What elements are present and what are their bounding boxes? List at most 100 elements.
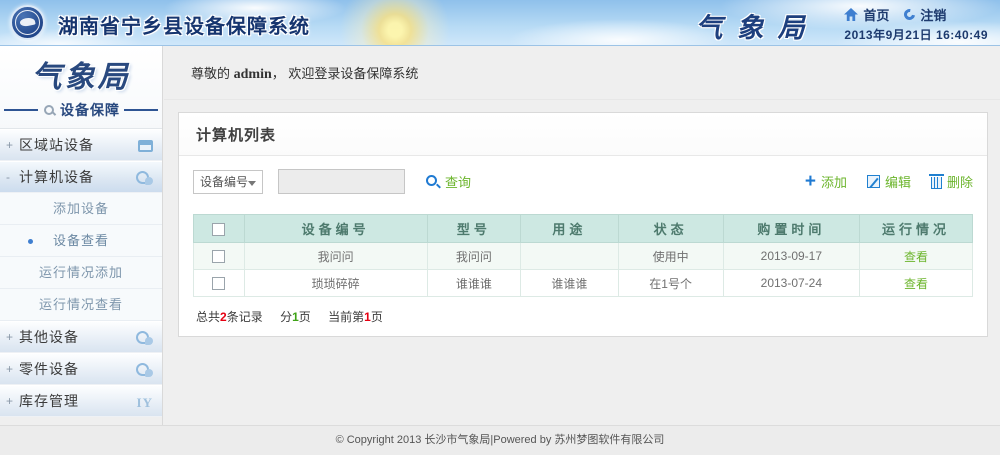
sidebar-item-label: 计算机设备: [19, 162, 94, 193]
table-header-row: 设备编号 型号 用途 状态 购置时间 运行情况: [194, 215, 973, 243]
current-page-number: 1: [364, 310, 371, 324]
sidebar-logo-subtitle: 设备保障: [60, 100, 120, 120]
sidebar-item-other-equipment[interactable]: + 其他设备: [0, 321, 162, 353]
search-input[interactable]: [278, 169, 405, 194]
plus-icon: [805, 175, 816, 189]
chevron-down-icon: [248, 181, 256, 186]
column-header-run-status: 运行情况: [860, 215, 973, 243]
cell-purchase-date: 2013-07-24: [723, 270, 859, 297]
cell-code: 琐琐碎碎: [244, 270, 427, 297]
pagination-bar: 总共2条记录 分1页 当前第1页: [179, 297, 987, 336]
pagination-current: 当前第1页: [328, 310, 383, 324]
expand-plus-indicator: +: [6, 386, 13, 417]
cell-status: 在1号个: [618, 270, 723, 297]
greeting-suffix: ， 欢迎登录设备保障系统: [272, 66, 419, 81]
active-bullet-icon: [28, 239, 33, 244]
column-header-use: 用途: [521, 215, 618, 243]
sidebar-item-inventory-management[interactable]: + 库存管理: [0, 385, 162, 417]
sidebar-menu: + 区域站设备 - 计算机设备 添加设备 设备查看 运行情况添加 运行情况查看: [0, 128, 162, 417]
top-header: 湖南省宁乡县设备保障系统 气象局 首页 注销 2013年9月21日 16:40:…: [0, 0, 1000, 46]
greeting-username: admin: [234, 67, 272, 82]
bureau-title: 气象局: [662, 6, 852, 45]
delete-button[interactable]: 删除: [931, 172, 973, 191]
bubbles-icon: [136, 363, 153, 377]
sidebar-subitem-view-run-status[interactable]: 运行情况查看: [0, 289, 162, 321]
column-header-purchase-date: 购置时间: [723, 215, 859, 243]
bureau-emblem-logo: [10, 5, 45, 40]
search-button[interactable]: 查询: [426, 172, 471, 191]
cell-use: [521, 243, 618, 270]
search-field-selected-value: 设备编号: [200, 175, 248, 189]
add-button-label: 添加: [821, 172, 847, 191]
nav-logout-link[interactable]: 注销: [920, 5, 946, 24]
edit-button-label: 编辑: [885, 172, 911, 191]
select-all-header: [194, 215, 245, 243]
copyright-text: © Copyright 2013 长沙市气象局|Powered by 苏州梦图软…: [336, 434, 665, 446]
cell-use: 谁谁谁: [521, 270, 618, 297]
tools-icon: [137, 387, 153, 418]
trash-icon: [931, 177, 942, 189]
row-checkbox[interactable]: [212, 250, 225, 263]
row-checkbox[interactable]: [212, 277, 225, 290]
magnifier-icon: [426, 175, 439, 188]
view-link[interactable]: 查看: [904, 250, 928, 264]
sidebar-submenu-computer: 添加设备 设备查看 运行情况添加 运行情况查看: [0, 193, 162, 321]
system-title: 湖南省宁乡县设备保障系统: [58, 10, 310, 39]
column-header-status: 状态: [618, 215, 723, 243]
total-records-count: 2: [220, 310, 227, 324]
window-icon: [138, 140, 153, 152]
sidebar-subitem-view-equipment[interactable]: 设备查看: [0, 225, 162, 257]
divider: [4, 109, 38, 111]
refresh-icon: [902, 6, 917, 21]
expand-plus-indicator: +: [6, 130, 13, 161]
sidebar-logo-title: 气象局: [0, 52, 162, 96]
pagination-pages: 分1页: [280, 310, 311, 324]
table-row: 琐琐碎碎 谁谁谁 谁谁谁 在1号个 2013-07-24 查看: [194, 270, 973, 297]
table-row: 我问问 我问问 使用中 2013-09-17 查看: [194, 243, 973, 270]
column-header-model: 型号: [427, 215, 520, 243]
cell-model: 谁谁谁: [427, 270, 520, 297]
edit-button[interactable]: 编辑: [867, 172, 911, 191]
footer: © Copyright 2013 长沙市气象局|Powered by 苏州梦图软…: [0, 425, 1000, 455]
main-content: 尊敬的 admin， 欢迎登录设备保障系统 计算机列表 设备编号 查询 添加: [164, 46, 1000, 425]
equipment-table: 设备编号 型号 用途 状态 购置时间 运行情况 我问问 我问问 使用中 2013…: [193, 214, 973, 297]
delete-button-label: 删除: [947, 172, 973, 191]
header-nav: 首页 注销 2013年9月21日 16:40:49: [844, 4, 988, 43]
cell-purchase-date: 2013-09-17: [723, 243, 859, 270]
greeting-bar: 尊敬的 admin， 欢迎登录设备保障系统: [164, 46, 1000, 100]
collapse-minus-indicator: -: [6, 162, 10, 193]
nav-home-link[interactable]: 首页: [863, 5, 889, 24]
bubbles-icon: [136, 331, 153, 345]
sidebar-subitem-add-equipment[interactable]: 添加设备: [0, 193, 162, 225]
search-field-select[interactable]: 设备编号: [193, 170, 263, 194]
view-link[interactable]: 查看: [904, 277, 928, 291]
search-button-label: 查询: [445, 172, 471, 191]
home-icon: [844, 8, 858, 21]
magnifier-icon: [44, 105, 54, 115]
column-header-code: 设备编号: [244, 215, 427, 243]
sidebar-logo: 气象局 设备保障: [0, 46, 162, 120]
divider: [124, 109, 158, 111]
greeting-prefix: 尊敬的: [191, 66, 234, 81]
sidebar-item-computer-equipment[interactable]: - 计算机设备: [0, 161, 162, 193]
sidebar-item-parts-equipment[interactable]: + 零件设备: [0, 353, 162, 385]
submenu-label: 运行情况添加: [39, 265, 123, 280]
submenu-label: 运行情况查看: [39, 297, 123, 312]
computer-list-panel: 计算机列表 设备编号 查询 添加 编辑: [178, 112, 988, 337]
sidebar-item-area-station-equipment[interactable]: + 区域站设备: [0, 129, 162, 161]
page-count: 1: [292, 310, 299, 324]
submenu-label: 设备查看: [53, 233, 109, 248]
sidebar-subitem-add-run-status[interactable]: 运行情况添加: [0, 257, 162, 289]
sidebar-item-label: 零件设备: [19, 354, 79, 385]
add-button[interactable]: 添加: [805, 172, 847, 191]
header-datetime: 2013年9月21日 16:40:49: [844, 26, 988, 43]
bubbles-icon: [136, 171, 153, 185]
action-button-group: 添加 编辑 删除: [785, 172, 973, 191]
sidebar-logo-subtitle-row: 设备保障: [4, 100, 158, 120]
expand-plus-indicator: +: [6, 322, 13, 353]
cell-status: 使用中: [618, 243, 723, 270]
sidebar-item-label: 区域站设备: [19, 130, 94, 161]
panel-toolbar: 设备编号 查询 添加 编辑 删除: [179, 156, 987, 204]
pencil-icon: [867, 175, 880, 188]
select-all-checkbox[interactable]: [212, 223, 225, 236]
